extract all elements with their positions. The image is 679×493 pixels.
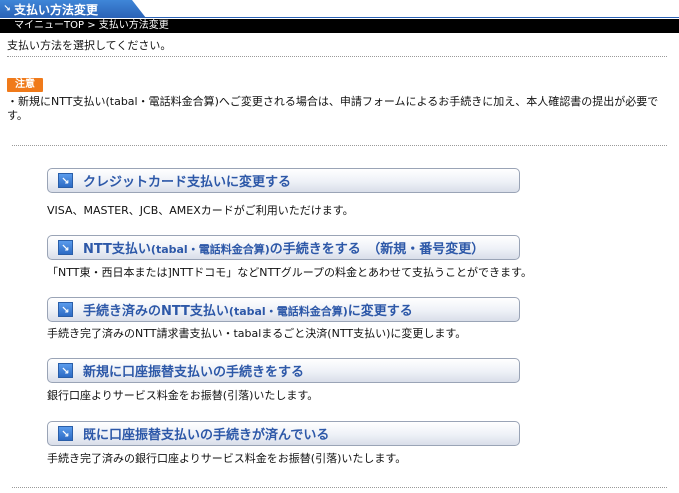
option-description: VISA、MASTER、JCB、AMEXカードがご利用いただけます。 (47, 204, 354, 217)
breadcrumb: マイニューTOP > 支払い方法変更 (0, 19, 679, 33)
arrow-icon: ↘ (58, 426, 73, 441)
divider (12, 145, 667, 146)
arrow-icon: ↘ (58, 240, 73, 255)
arrow-icon: ↘ (58, 302, 73, 317)
new-bank-transfer-button[interactable]: ↘ 新規に口座振替支払いの手続きをする (47, 358, 520, 383)
option-description: 銀行口座よりサービス料金をお振替(引落)いたします。 (47, 389, 319, 402)
button-label: NTT支払い(tabal・電話料金合算)の手続きをする （新規・番号変更） (83, 242, 485, 257)
credit-card-button[interactable]: ↘ クレジットカード支払いに変更する (47, 168, 520, 193)
intro-text: 支払い方法を選択してください。 (7, 39, 172, 52)
option-description: 「NTT東・西日本または]NTTドコモ」などNTTグループの料金とあわせて支払う… (47, 266, 532, 279)
ntt-payment-new-button[interactable]: ↘ NTT支払い(tabal・電話料金合算)の手続きをする （新規・番号変更） (47, 235, 520, 260)
page-title: 支払い方法変更 (14, 2, 99, 17)
button-label: 手続き済みのNTT支払い(tabal・電話料金合算)に変更する (83, 304, 413, 319)
arrow-icon: ↘ (58, 363, 73, 378)
divider (12, 487, 667, 488)
button-label: 新規に口座振替支払いの手続きをする (83, 365, 305, 380)
page-header: ↘ 支払い方法変更 (0, 0, 679, 18)
arrow-icon: ↘ (3, 4, 11, 14)
notice-badge: 注意 (7, 78, 43, 92)
ntt-payment-existing-button[interactable]: ↘ 手続き済みのNTT支払い(tabal・電話料金合算)に変更する (47, 297, 520, 322)
title-tab: ↘ 支払い方法変更 (0, 0, 146, 18)
arrow-icon: ↘ (58, 173, 73, 188)
option-description: 手続き完了済みの銀行口座よりサービス料金をお振替(引落)いたします。 (47, 452, 407, 465)
button-label: 既に口座振替支払いの手続きが済んでいる (83, 428, 330, 443)
divider (7, 56, 667, 57)
notice-text: ・新規にNTT支払い(tabal・電話料金合算)へご変更される場合は、申請フォー… (7, 95, 659, 122)
option-description: 手続き完了済みのNTT請求書支払い・tabalまるごと決済(NTT支払い)に変更… (47, 327, 467, 340)
breadcrumb-text[interactable]: マイニューTOP > 支払い方法変更 (14, 20, 169, 31)
existing-bank-transfer-button[interactable]: ↘ 既に口座振替支払いの手続きが済んでいる (47, 421, 520, 446)
button-label: クレジットカード支払いに変更する (83, 175, 292, 190)
title-underline (0, 17, 679, 18)
